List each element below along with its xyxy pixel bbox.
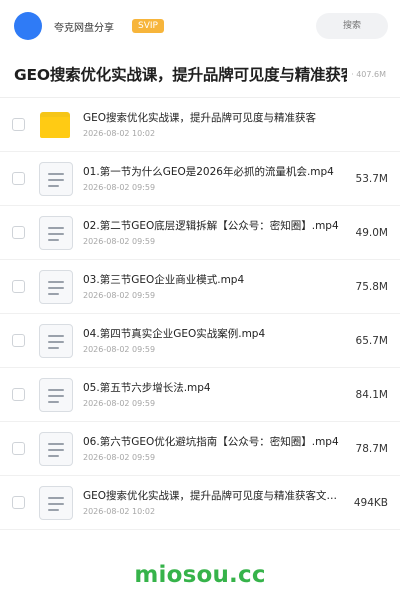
folder-icon: [39, 108, 73, 142]
doc-line: [48, 448, 64, 451]
item-info: GEO搜索优化实战课，提升品牌可见度与精准获客 2026-08-02 10:02: [83, 111, 350, 139]
doc-line: [48, 232, 64, 235]
doc-line: [48, 502, 64, 505]
item-date: 2026-08-02 09:59: [83, 398, 156, 408]
item-name: 06.第六节GEO优化避坑指南【公众号：密知圈】.mp4: [83, 435, 339, 448]
item-size: 53.7M: [355, 172, 388, 185]
item-name: 02.第二节GEO底层逻辑拆解【公众号：密知圈】.mp4: [83, 219, 339, 232]
search-input[interactable]: [316, 13, 388, 39]
item-size: 65.7M: [355, 334, 388, 347]
file-list: GEO搜索优化实战课，提升品牌可见度与精准获客 2026-08-02 10:02 0…: [0, 98, 400, 530]
folder-row[interactable]: GEO搜索优化实战课，提升品牌可见度与精准获客 2026-08-02 10:02: [0, 98, 400, 152]
item-date: 2026-08-02 09:59: [83, 452, 156, 462]
item-info: 05.第五节六步增长法.mp4 2026-08-02 09:59: [83, 381, 348, 409]
item-name: GEO搜索优化实战课，提升品牌可见度与精准获客: [83, 111, 317, 124]
doc-line: [48, 178, 64, 181]
document-icon: [39, 161, 73, 196]
row-checkbox[interactable]: [12, 280, 25, 293]
item-date: 2026-08-02 09:59: [83, 236, 156, 246]
row-checkbox[interactable]: [12, 334, 25, 347]
row-checkbox[interactable]: [12, 118, 25, 131]
document-shape: [39, 431, 73, 466]
row-checkbox[interactable]: [12, 226, 25, 239]
doc-line: [48, 238, 59, 241]
item-size: 75.8M: [355, 280, 388, 293]
folder-title: GEO搜索优化实战课，提升品牌可见度与精准获客: [14, 66, 348, 84]
file-row[interactable]: 05.第五节六步增长法.mp4 2026-08-02 09:59 84.1M: [0, 368, 400, 422]
item-info: 06.第六节GEO优化避坑指南【公众号：密知圈】.mp4 2026-08-02 0…: [83, 435, 348, 463]
doc-line: [48, 346, 59, 349]
doc-line: [48, 442, 64, 445]
item-date: 2026-08-02 10:02: [83, 128, 156, 138]
doc-line: [48, 280, 64, 283]
document-shape: [39, 323, 73, 358]
item-date: 2026-08-02 10:02: [83, 506, 156, 516]
item-info: 02.第二节GEO底层逻辑拆解【公众号：密知圈】.mp4 2026-08-02 0…: [83, 219, 348, 247]
item-info: 03.第三节GEO企业商业模式.mp4 2026-08-02 09:59: [83, 273, 348, 301]
avatar[interactable]: [14, 12, 42, 40]
file-row[interactable]: 06.第六节GEO优化避坑指南【公众号：密知圈】.mp4 2026-08-02 0…: [0, 422, 400, 476]
document-shape: [39, 485, 73, 520]
folder-total-size: · 407.6M: [351, 69, 386, 79]
row-checkbox[interactable]: [12, 496, 25, 509]
item-date: 2026-08-02 09:59: [83, 290, 156, 300]
item-name: 04.第四节真实企业GEO实战案例.mp4: [83, 327, 266, 340]
doc-line: [48, 496, 64, 499]
item-name: GEO搜索优化实战课，提升品牌可见度与精准获客文档.docx: [83, 489, 346, 502]
document-icon: [39, 485, 73, 520]
doc-line: [48, 172, 64, 175]
doc-line: [48, 388, 64, 391]
folder-shape: [40, 111, 70, 138]
item-size: 494KB: [353, 496, 388, 509]
folder-title-row: GEO搜索优化实战课，提升品牌可见度与精准获客 · 407.6M: [0, 52, 400, 96]
doc-line: [48, 400, 59, 403]
item-info: 01.第一节为什么GEO是2026年必抓的流量机会.mp4 2026-08-02 …: [83, 165, 348, 193]
item-name: 01.第一节为什么GEO是2026年必抓的流量机会.mp4: [83, 165, 334, 178]
doc-line: [48, 334, 64, 337]
document-shape: [39, 161, 73, 196]
item-size: 49.0M: [355, 226, 388, 239]
svip-badge: SVIP: [132, 19, 164, 33]
doc-line: [48, 226, 64, 229]
document-icon: [39, 269, 73, 304]
item-name: 05.第五节六步增长法.mp4: [83, 381, 211, 394]
file-row[interactable]: 03.第三节GEO企业商业模式.mp4 2026-08-02 09:59 75.8M: [0, 260, 400, 314]
item-size: 78.7M: [355, 442, 388, 455]
doc-line: [48, 340, 64, 343]
item-name: 03.第三节GEO企业商业模式.mp4: [83, 273, 245, 286]
doc-line: [48, 184, 59, 187]
item-date: 2026-08-02 09:59: [83, 182, 156, 192]
document-icon: [39, 377, 73, 412]
watermark-text: miosou.cc: [134, 562, 266, 588]
document-icon: [39, 323, 73, 358]
doc-line: [48, 508, 59, 511]
file-row[interactable]: 02.第二节GEO底层逻辑拆解【公众号：密知圈】.mp4 2026-08-02 0…: [0, 206, 400, 260]
brand-name: 夸克网盘分享: [54, 22, 114, 34]
doc-line: [48, 394, 64, 397]
folder-body: [40, 116, 70, 138]
file-row[interactable]: GEO搜索优化实战课，提升品牌可见度与精准获客文档.docx 2026-08-02…: [0, 476, 400, 530]
document-shape: [39, 377, 73, 412]
row-checkbox[interactable]: [12, 442, 25, 455]
document-icon: [39, 215, 73, 250]
item-info: GEO搜索优化实战课，提升品牌可见度与精准获客文档.docx 2026-08-02…: [83, 489, 346, 517]
document-shape: [39, 269, 73, 304]
item-size: 84.1M: [355, 388, 388, 401]
header: 夸克网盘分享 SVIP: [0, 0, 400, 52]
doc-line: [48, 454, 59, 457]
document-icon: [39, 431, 73, 466]
file-row[interactable]: 04.第四节真实企业GEO实战案例.mp4 2026-08-02 09:59 65.…: [0, 314, 400, 368]
file-row[interactable]: 01.第一节为什么GEO是2026年必抓的流量机会.mp4 2026-08-02 …: [0, 152, 400, 206]
document-shape: [39, 215, 73, 250]
row-checkbox[interactable]: [12, 388, 25, 401]
doc-line: [48, 286, 64, 289]
item-info: 04.第四节真实企业GEO实战案例.mp4 2026-08-02 09:59: [83, 327, 348, 355]
share-page: 夸克网盘分享 SVIP GEO搜索优化实战课，提升品牌可见度与精准获客 · 40…: [0, 0, 400, 600]
item-date: 2026-08-02 09:59: [83, 344, 156, 354]
row-checkbox[interactable]: [12, 172, 25, 185]
doc-line: [48, 292, 59, 295]
